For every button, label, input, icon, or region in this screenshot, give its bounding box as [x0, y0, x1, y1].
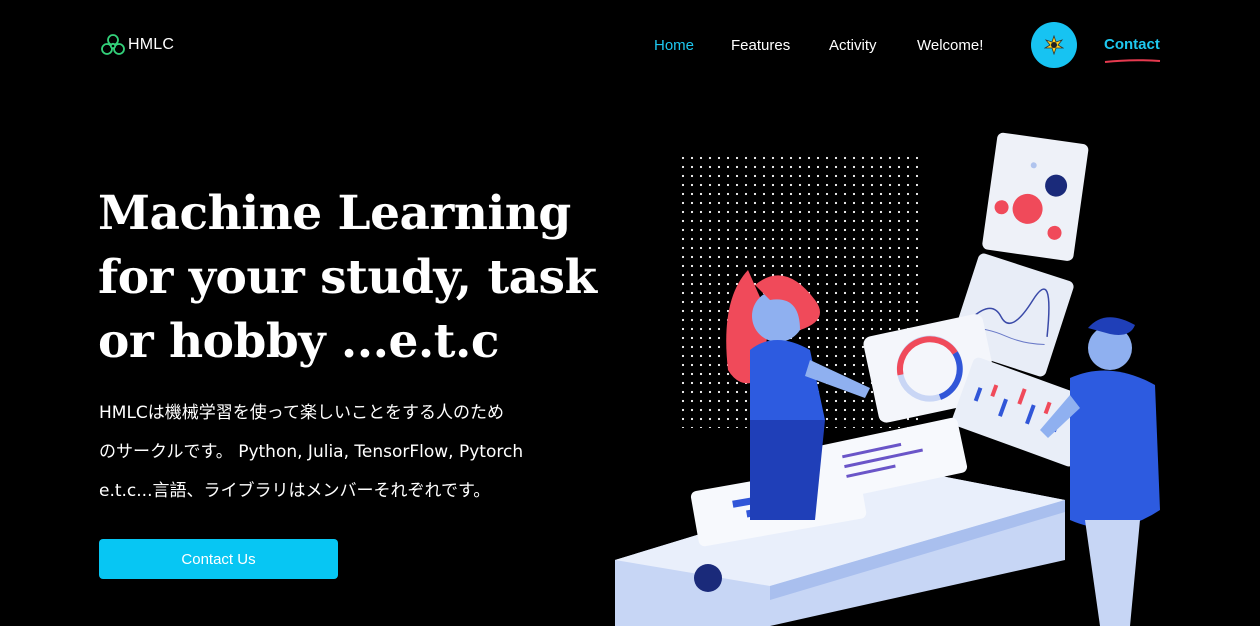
hero-title: Machine Learning for your study, task or… [98, 182, 618, 374]
nav-home[interactable]: Home [654, 37, 694, 54]
hero-title-line: or hobby ...e.t.c [98, 314, 499, 369]
contact-us-button[interactable]: Contact Us [99, 539, 338, 579]
desk-button [694, 564, 722, 592]
sun-icon [1044, 35, 1064, 55]
hero-description-line: のサークルです。 Python, Julia, TensorFlow, Pyto… [99, 442, 524, 462]
theme-toggle-button[interactable] [1031, 22, 1077, 68]
brand-name: HMLC [128, 36, 175, 53]
brand-logo[interactable]: HMLC [100, 33, 174, 57]
hero-description-line: e.t.c...言語、ライブラリはメンバーそれぞれです。 [99, 481, 491, 501]
contact-underline [1104, 59, 1161, 63]
nav-features[interactable]: Features [731, 37, 790, 54]
bubble-card [982, 132, 1089, 261]
hero-illustration [615, 132, 1160, 626]
hero-description-line: HMLCは機械学習を使って楽しいことをする人のため [99, 403, 504, 423]
man-figure [1040, 317, 1160, 626]
top-navigation: HMLC Home Features Activity Welcome! Con… [0, 0, 1260, 90]
nav-activity[interactable]: Activity [829, 37, 877, 54]
nav-welcome[interactable]: Welcome! [917, 37, 983, 54]
hero-title-line: Machine Learning [98, 186, 571, 241]
hero-title-line: for your study, task [98, 250, 597, 305]
hero-description: HMLCは機械学習を使って楽しいことをする人のため のサークルです。 Pytho… [99, 394, 559, 511]
biohazard-icon [101, 34, 125, 55]
nav-contact[interactable]: Contact [1104, 36, 1160, 53]
